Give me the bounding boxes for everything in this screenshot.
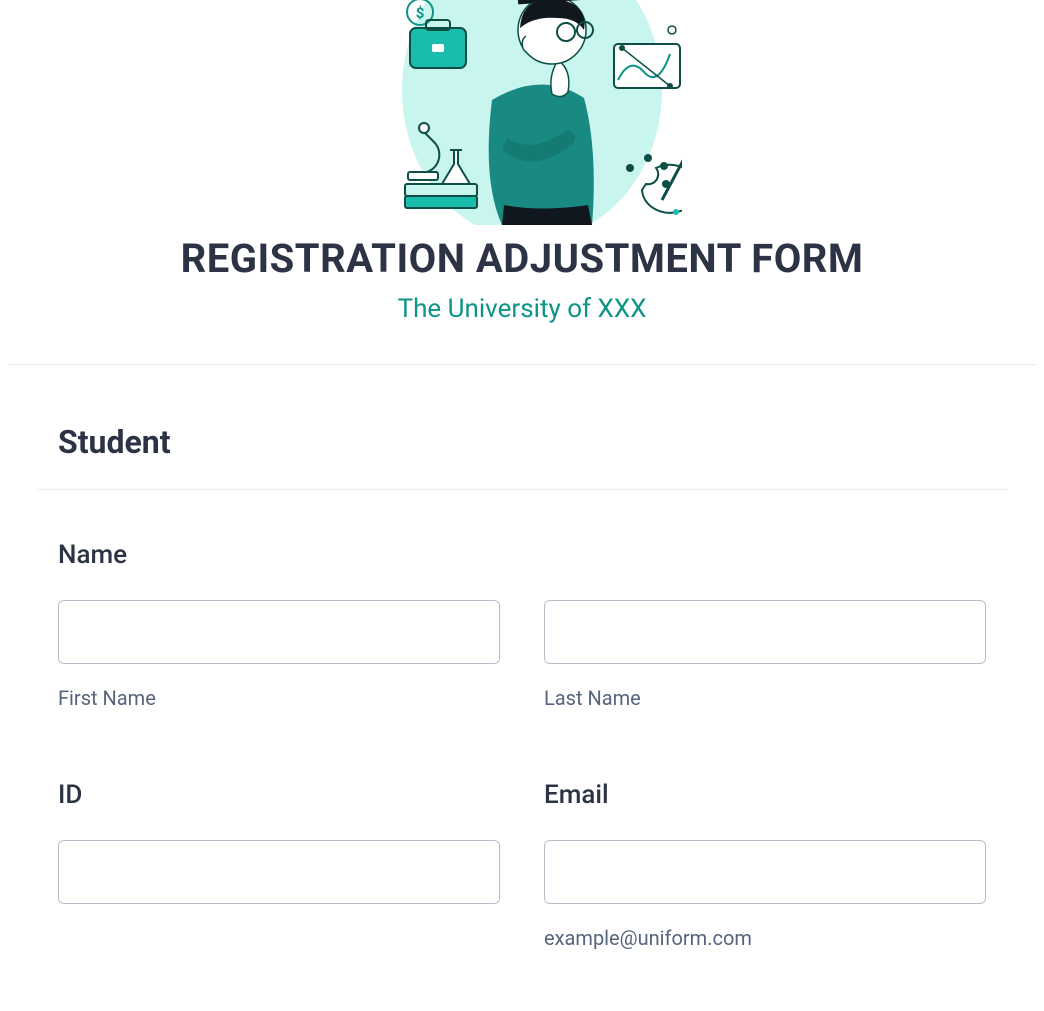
svg-text:$: $ bbox=[416, 4, 425, 22]
form-subtitle: The University of XXX bbox=[398, 294, 647, 324]
id-input[interactable] bbox=[58, 840, 500, 904]
first-name-sublabel: First Name bbox=[58, 686, 500, 710]
header-divider bbox=[8, 364, 1036, 365]
email-label: Email bbox=[544, 780, 986, 810]
form-title: REGISTRATION ADJUSTMENT FORM bbox=[181, 235, 864, 282]
form-header: $ bbox=[36, 0, 1008, 364]
email-helper: example@uniform.com bbox=[544, 926, 986, 950]
last-name-sublabel: Last Name bbox=[544, 686, 986, 710]
email-input[interactable] bbox=[544, 840, 986, 904]
section-heading-student: Student bbox=[58, 423, 986, 461]
header-illustration: $ bbox=[362, 0, 682, 225]
name-label: Name bbox=[58, 540, 986, 570]
first-name-input[interactable] bbox=[58, 600, 500, 664]
id-label: ID bbox=[58, 780, 500, 810]
section-divider bbox=[36, 489, 1008, 490]
last-name-input[interactable] bbox=[544, 600, 986, 664]
